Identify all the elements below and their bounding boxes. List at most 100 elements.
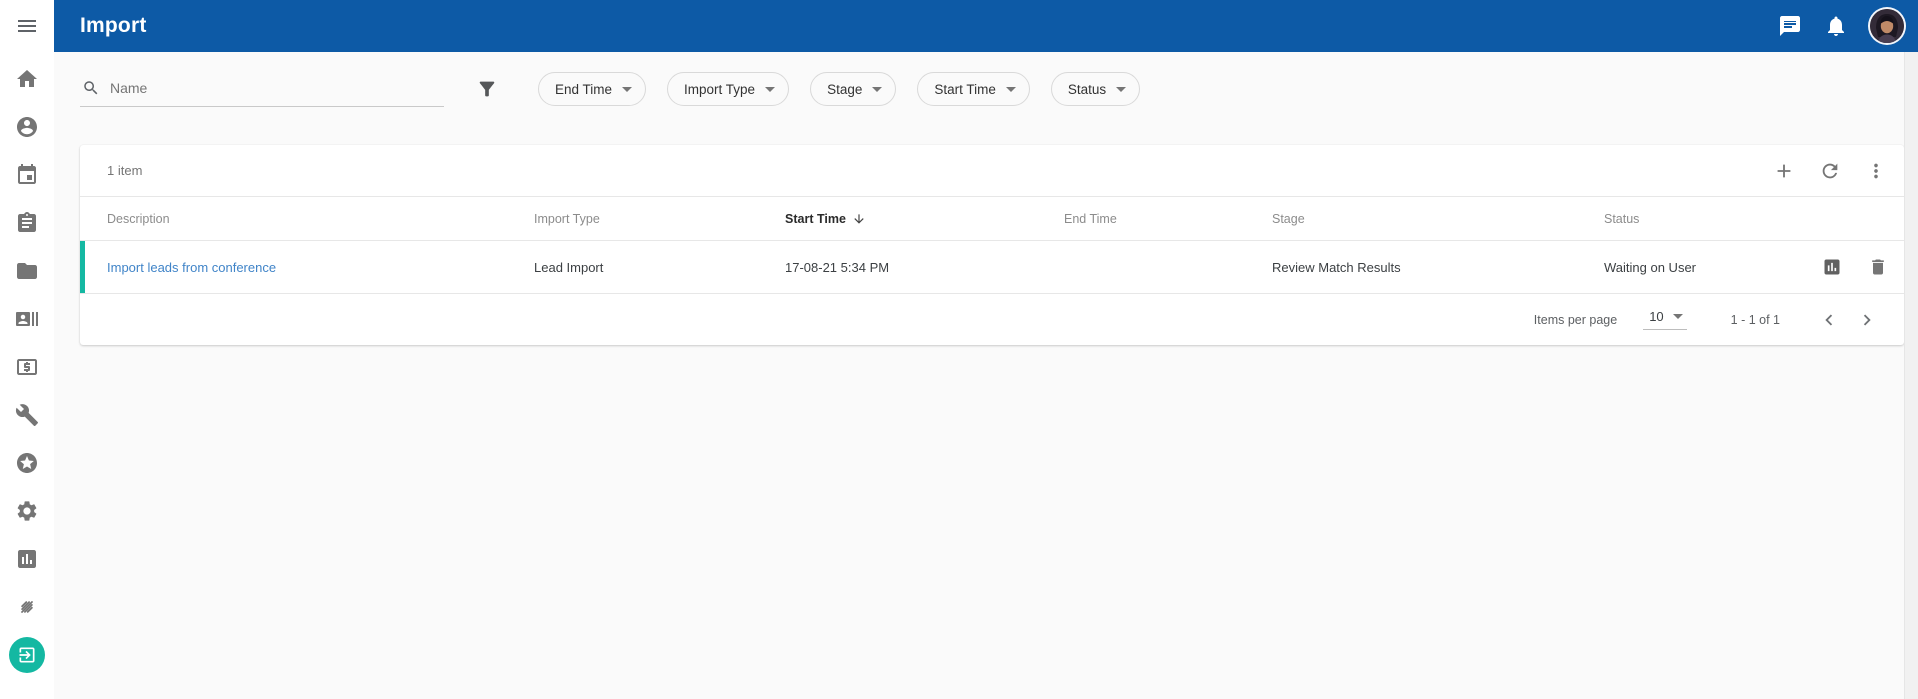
chevron-down-icon <box>1006 87 1016 92</box>
row-results-button[interactable] <box>1822 257 1842 277</box>
sidebar-item-import-active[interactable] <box>0 631 54 679</box>
import-icon <box>17 645 37 665</box>
home-icon <box>15 67 39 91</box>
sidebar-nav <box>0 55 54 679</box>
topbar-actions <box>1778 9 1904 43</box>
table-row[interactable]: Import leads from conference Lead Import… <box>80 241 1904 294</box>
column-header-stage[interactable]: Stage <box>1272 212 1604 226</box>
wrench-icon <box>15 403 39 427</box>
clipboard-icon <box>15 211 39 235</box>
filter-chip-stage[interactable]: Stage <box>810 72 896 106</box>
sidebar-item-home[interactable] <box>0 55 54 103</box>
sidebar <box>0 0 54 699</box>
search-icon <box>82 79 100 97</box>
trash-icon <box>1868 257 1888 277</box>
item-count: 1 item <box>107 163 142 178</box>
column-header-description[interactable]: Description <box>107 212 534 226</box>
user-avatar[interactable] <box>1870 9 1904 43</box>
chat-button[interactable] <box>1778 14 1802 38</box>
filter-funnel-button[interactable] <box>476 78 498 100</box>
column-header-start-time[interactable]: Start Time <box>785 212 1064 226</box>
sidebar-item-analytics[interactable] <box>0 535 54 583</box>
filter-chip-status[interactable]: Status <box>1051 72 1140 106</box>
toolbar-actions <box>1772 159 1888 183</box>
list-toolbar: 1 item <box>80 145 1904 197</box>
column-label: Status <box>1604 212 1639 226</box>
row-accent-bar <box>80 241 85 293</box>
previous-page-button[interactable] <box>1814 305 1844 335</box>
scrollbar-track[interactable] <box>1904 52 1918 699</box>
sidebar-item-deals[interactable] <box>0 583 54 631</box>
chip-label: Stage <box>827 82 862 97</box>
sidebar-item-tasks[interactable] <box>0 199 54 247</box>
chat-icon <box>1778 14 1802 38</box>
page-size-value: 10 <box>1649 309 1663 324</box>
chevron-left-icon <box>1818 309 1840 331</box>
paginator: Items per page 10 1 - 1 of 1 <box>80 294 1904 345</box>
chip-label: Status <box>1068 82 1106 97</box>
search-box <box>80 71 444 107</box>
main-content: End Time Import Type Stage Start Time St… <box>54 52 1904 699</box>
kebab-menu-icon <box>1865 160 1887 182</box>
chevron-right-icon <box>1856 309 1878 331</box>
description-link[interactable]: Import leads from conference <box>107 260 276 275</box>
chevron-down-icon <box>622 87 632 92</box>
chevron-down-icon <box>1673 314 1683 319</box>
refresh-icon <box>1819 160 1841 182</box>
featured-star-icon <box>15 451 39 475</box>
chevron-down-icon <box>765 87 775 92</box>
import-list-card: 1 item <box>80 145 1904 345</box>
refresh-button[interactable] <box>1818 159 1842 183</box>
contacts-card-icon <box>15 307 39 331</box>
bar-chart-icon <box>15 547 39 571</box>
bell-icon <box>1824 14 1848 38</box>
column-label: Description <box>107 212 170 226</box>
table-header-row: Description Import Type Start Time End T… <box>80 197 1904 241</box>
filter-chip-end-time[interactable]: End Time <box>538 72 646 106</box>
search-input[interactable] <box>110 80 442 96</box>
hamburger-menu-icon <box>15 14 39 38</box>
chip-label: Import Type <box>684 82 755 97</box>
sidebar-item-contacts[interactable] <box>0 295 54 343</box>
top-app-bar: Import <box>54 0 1918 52</box>
sidebar-item-featured[interactable] <box>0 439 54 487</box>
sidebar-item-tools[interactable] <box>0 391 54 439</box>
import-active-circle <box>9 637 45 673</box>
column-label: Stage <box>1272 212 1305 226</box>
filter-chip-import-type[interactable]: Import Type <box>667 72 789 106</box>
next-page-button[interactable] <box>1852 305 1882 335</box>
calendar-icon <box>15 163 39 187</box>
menu-button[interactable] <box>0 0 54 52</box>
plus-icon <box>1773 160 1795 182</box>
more-options-button[interactable] <box>1864 159 1888 183</box>
column-header-import-type[interactable]: Import Type <box>534 212 785 226</box>
sidebar-item-settings[interactable] <box>0 487 54 535</box>
add-button[interactable] <box>1772 159 1796 183</box>
filter-funnel-icon <box>476 78 498 100</box>
sidebar-item-billing[interactable] <box>0 343 54 391</box>
chevron-down-icon <box>872 87 882 92</box>
handshake-icon <box>15 595 39 619</box>
cell-description: Import leads from conference <box>107 260 534 275</box>
page-range-label: 1 - 1 of 1 <box>1731 313 1780 327</box>
cell-status: Waiting on User <box>1604 260 1822 275</box>
chart-icon <box>1822 257 1842 277</box>
filter-chip-start-time[interactable]: Start Time <box>917 72 1030 106</box>
chevron-down-icon <box>1116 87 1126 92</box>
column-header-status[interactable]: Status <box>1604 212 1822 226</box>
filter-row: End Time Import Type Stage Start Time St… <box>80 70 1904 108</box>
chip-label: Start Time <box>934 82 996 97</box>
gear-icon <box>15 499 39 523</box>
cell-stage: Review Match Results <box>1272 260 1604 275</box>
items-per-page-label: Items per page <box>1534 313 1617 327</box>
column-header-end-time[interactable]: End Time <box>1064 212 1272 226</box>
sidebar-item-account[interactable] <box>0 103 54 151</box>
page-size-select[interactable]: 10 <box>1643 309 1686 330</box>
notifications-button[interactable] <box>1824 14 1848 38</box>
sidebar-item-files[interactable] <box>0 247 54 295</box>
row-actions <box>1822 257 1888 277</box>
column-label: End Time <box>1064 212 1117 226</box>
sidebar-item-calendar[interactable] <box>0 151 54 199</box>
folder-icon <box>15 259 39 283</box>
row-delete-button[interactable] <box>1868 257 1888 277</box>
